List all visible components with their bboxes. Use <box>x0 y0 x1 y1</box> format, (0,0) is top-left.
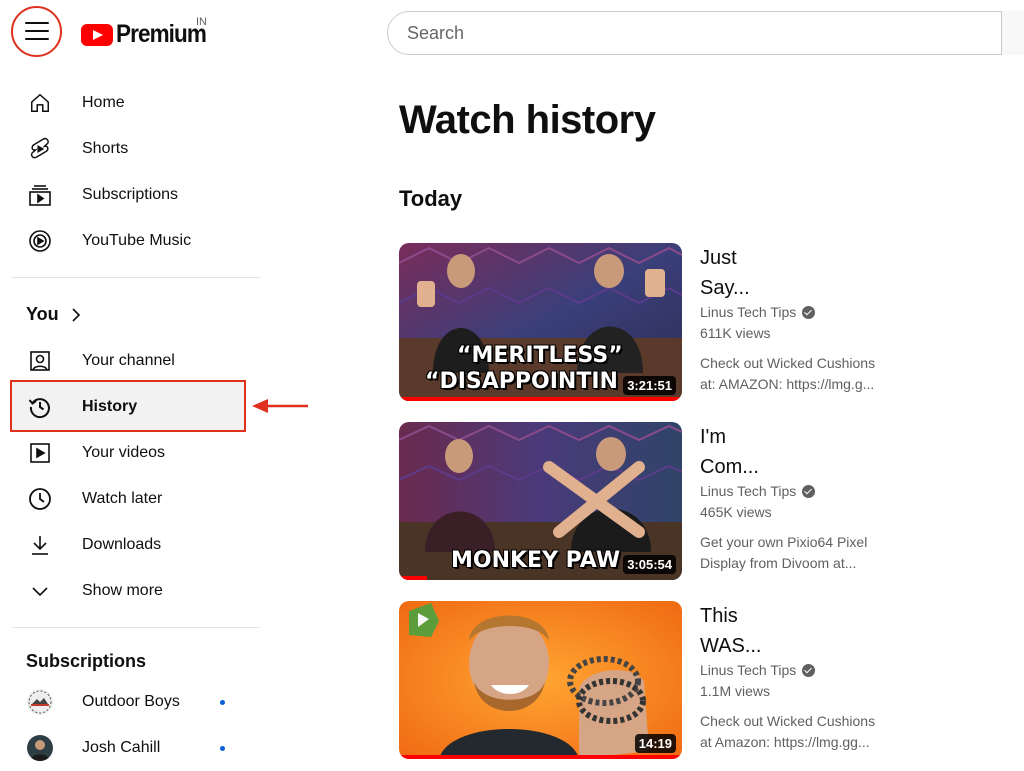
video-duration: 14:19 <box>634 734 676 753</box>
video-duration: 3:05:54 <box>623 555 676 574</box>
thumbnail-caption: “MERITLESS” <box>457 343 623 368</box>
video-thumbnail[interactable]: “MERITLESS” “DISAPPOINTIN 3:21:51 <box>399 243 682 401</box>
date-group-label: Today <box>399 186 463 211</box>
watch-progress-bar <box>399 397 682 401</box>
you-section-title: You <box>26 304 59 324</box>
history-icon <box>27 394 53 420</box>
description-line: Check out Wicked Cushions <box>700 355 876 371</box>
sidebar-item-downloads[interactable]: Downloads <box>12 523 246 567</box>
home-icon <box>27 90 53 116</box>
search-input[interactable] <box>387 11 1024 55</box>
search-button[interactable] <box>1002 11 1024 55</box>
subscriptions-section-title: Subscriptions <box>26 651 147 671</box>
video-description: Get your own Pixio64 Pixel Display from … <box>700 532 880 574</box>
sidebar-you-header[interactable]: You <box>26 304 81 325</box>
view-count: 465K views <box>700 504 772 520</box>
sidebar-item-your-videos[interactable]: Your videos <box>12 431 246 475</box>
channel-name-text: Linus Tech Tips <box>700 662 797 678</box>
verified-badge-icon <box>802 305 816 319</box>
your-videos-icon <box>27 440 53 466</box>
verified-badge-icon <box>802 484 816 498</box>
youtube-music-icon <box>27 228 53 254</box>
subscription-item-josh-cahill[interactable]: Josh Cahill <box>12 726 246 770</box>
channel-name-text: Linus Tech Tips <box>700 304 797 320</box>
sidebar-item-label: Shorts <box>82 140 129 157</box>
your-channel-icon <box>27 348 53 374</box>
sidebar-item-label: Your videos <box>82 444 166 461</box>
shorts-icon <box>27 136 53 162</box>
video-title-line: This <box>700 605 738 627</box>
sidebar-item-watch-later[interactable]: Watch later <box>12 477 246 521</box>
video-title[interactable]: Just Say... <box>700 243 860 303</box>
description-line: Get your own Pixio64 Pixel <box>700 534 868 550</box>
subscriptions-icon <box>27 182 53 208</box>
video-title-line: WAS... <box>700 635 762 657</box>
sidebar-item-show-more[interactable]: Show more <box>12 569 246 613</box>
video-duration: 3:21:51 <box>623 376 676 395</box>
annotation-arrow-icon <box>252 399 308 413</box>
sidebar-item-youtube-music[interactable]: YouTube Music <box>12 219 246 263</box>
sidebar-item-label: Your channel <box>82 352 175 369</box>
sidebar-item-label: History <box>82 398 138 415</box>
subscription-item-outdoor-boys[interactable]: Outdoor Boys <box>12 680 246 724</box>
chevron-right-icon <box>72 307 80 322</box>
view-count: 611K views <box>700 325 771 341</box>
sidebar-item-label: YouTube Music <box>82 232 192 249</box>
description-line: Check out Wicked Cushions <box>700 713 876 729</box>
description-line: Display from Divoom at... <box>700 555 857 571</box>
description-line: at: AMAZON: https://lmg.g... <box>700 376 875 392</box>
description-line: at Amazon: https://lmg.gg... <box>700 734 870 750</box>
sidebar-item-label: Show more <box>82 582 163 599</box>
sidebar-item-label: Subscriptions <box>82 186 179 203</box>
youtube-play-icon <box>81 23 113 46</box>
video-title[interactable]: This WAS... <box>700 601 860 661</box>
sidebar-item-shorts[interactable]: Shorts <box>12 127 246 171</box>
channel-name[interactable]: Linus Tech Tips <box>700 304 816 320</box>
channel-name[interactable]: Linus Tech Tips <box>700 483 816 499</box>
sidebar-item-your-channel[interactable]: Your channel <box>12 339 246 383</box>
watch-later-icon <box>27 486 53 512</box>
sidebar-divider <box>12 277 260 278</box>
verified-badge-icon <box>802 663 816 677</box>
video-thumbnail[interactable]: MONKEY PAW 3:05:54 <box>399 422 682 580</box>
logo-text: Premium <box>116 20 207 48</box>
thumbnail-caption: “DISAPPOINTIN <box>425 369 618 394</box>
sidebar-item-label: Home <box>82 94 125 111</box>
sidebar-item-label: Downloads <box>82 536 162 553</box>
page-title: Watch history <box>399 98 656 142</box>
channel-name[interactable]: Linus Tech Tips <box>700 662 816 678</box>
watch-progress-bar <box>399 755 682 759</box>
avatar-wrap <box>27 689 53 715</box>
video-title[interactable]: I'm Com... <box>700 422 860 482</box>
video-title-line: Just <box>700 247 737 269</box>
sidebar-item-home[interactable]: Home <box>12 81 246 125</box>
sidebar-item-subscriptions[interactable]: Subscriptions <box>12 173 246 217</box>
new-content-dot <box>220 746 225 751</box>
video-title-line: Say... <box>700 277 750 299</box>
sidebar-item-history[interactable]: History <box>12 385 246 429</box>
video-title-line: I'm <box>700 426 727 448</box>
hamburger-menu-icon[interactable] <box>25 22 49 42</box>
download-icon <box>27 532 53 558</box>
new-content-dot <box>220 700 225 705</box>
video-description: Check out Wicked Cushions at Amazon: htt… <box>700 711 880 753</box>
sidebar-item-label: Watch later <box>82 490 163 507</box>
sidebar-divider <box>12 627 260 628</box>
subscription-name: Outdoor Boys <box>82 693 180 710</box>
country-code: IN <box>196 16 207 28</box>
subscription-name: Josh Cahill <box>82 739 161 756</box>
chevron-down-icon <box>27 578 53 604</box>
search-placeholder: Search <box>407 23 465 43</box>
channel-name-text: Linus Tech Tips <box>700 483 797 499</box>
video-description: Check out Wicked Cushions at: AMAZON: ht… <box>700 353 880 395</box>
video-title-line: Com... <box>700 456 759 478</box>
avatar-wrap <box>27 735 53 761</box>
avatar <box>27 735 53 761</box>
avatar <box>27 689 53 715</box>
thumbnail-caption: MONKEY PAW <box>451 548 621 573</box>
view-count: 1.1M views <box>700 683 771 699</box>
video-thumbnail[interactable]: 14:19 <box>399 601 682 759</box>
watch-progress-bar <box>399 576 428 580</box>
